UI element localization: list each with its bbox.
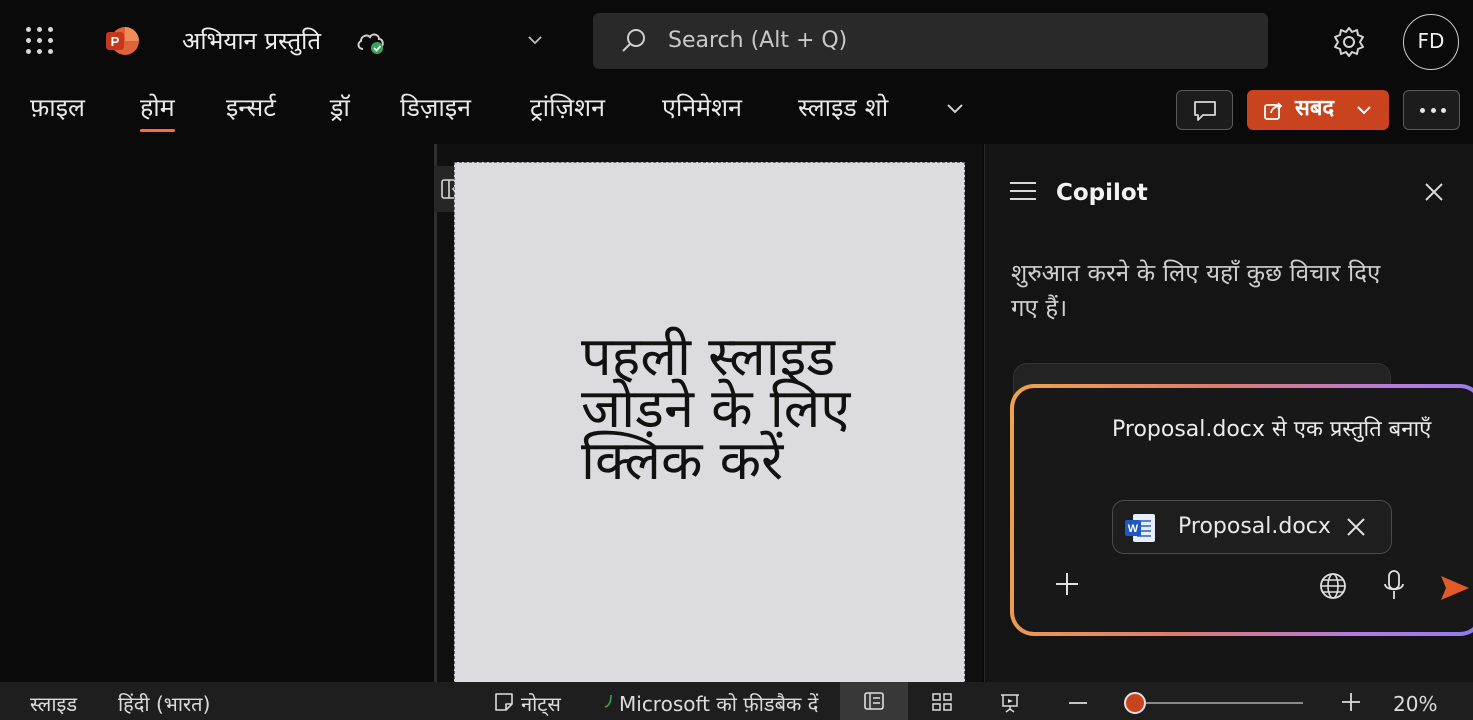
tab-home[interactable]: होम (140, 90, 175, 132)
cloud-saved-icon[interactable] (354, 28, 388, 56)
tab-draw[interactable]: ड्रॉ (330, 90, 350, 126)
tab-design[interactable]: डिज़ाइन (400, 90, 471, 126)
notes-icon (495, 693, 513, 711)
language-indicator[interactable]: हिंदी (भारत) (118, 691, 210, 717)
slide[interactable]: पहली स्लाइड जोड़ने के लिए क्लिक करें (454, 162, 965, 684)
share-label: सबद (1295, 96, 1335, 121)
zoom-out-icon[interactable] (1068, 701, 1088, 705)
user-avatar[interactable]: FD (1403, 14, 1459, 70)
more-tabs-chevron-icon[interactable] (943, 99, 967, 119)
search-box[interactable]: Search (Alt + Q) (593, 13, 1268, 69)
comments-button[interactable] (1176, 90, 1233, 130)
powerpoint-logo-icon: P (106, 27, 139, 55)
svg-text:W: W (1128, 523, 1139, 535)
tab-transitions[interactable]: ट्रांज़िशन (530, 90, 605, 126)
globe-icon[interactable] (1319, 572, 1347, 600)
normal-view-button[interactable] (840, 682, 908, 720)
ellipsis-icon (1420, 108, 1446, 114)
share-button[interactable]: सबद (1247, 90, 1389, 130)
svg-text:P: P (111, 34, 120, 49)
word-document-icon: W (1125, 514, 1155, 542)
tab-slide-show[interactable]: स्लाइड शो (798, 90, 888, 126)
copilot-intro-text: शुरुआत करने के लिए यहाँ कुछ विचार दिए गए… (1011, 259, 1381, 322)
zoom-slider-thumb[interactable] (1124, 692, 1146, 714)
title-bar: P अभियान प्रस्तुति Search (Alt + Q) FD (0, 0, 1473, 82)
attachment-chip[interactable]: W Proposal.docx (1112, 500, 1392, 554)
pane-divider[interactable] (434, 144, 437, 682)
zoom-percent[interactable]: 20% (1393, 691, 1437, 717)
close-icon[interactable] (1423, 181, 1445, 203)
settings-gear-icon[interactable] (1332, 25, 1366, 59)
tab-insert[interactable]: इन्सर्ट (226, 90, 276, 126)
zoom-slider-track[interactable] (1135, 702, 1303, 704)
search-placeholder: Search (Alt + Q) (668, 28, 848, 53)
copilot-composer[interactable]: Proposal.docx से एक प्रस्तुति बनाएँ W Pr… (1012, 386, 1473, 634)
app-launcher-icon[interactable] (26, 27, 54, 55)
slide-indicator: स्लाइड (30, 692, 78, 716)
microphone-icon[interactable] (1383, 569, 1405, 601)
notes-button[interactable]: नोट्स (521, 691, 561, 717)
document-title[interactable]: अभियान प्रस्तुति (182, 26, 321, 56)
share-icon (1264, 102, 1283, 120)
slide-thumbnail-pane (0, 144, 434, 682)
normal-view-icon (864, 692, 884, 710)
presenter-view-icon[interactable] (999, 692, 1021, 714)
chevron-down-icon[interactable] (525, 32, 545, 48)
search-icon (622, 29, 645, 52)
tab-animations[interactable]: एनिमेशन (662, 90, 742, 126)
feedback-link[interactable]: Microsoft को फ़ीडबैक दें (619, 691, 818, 717)
prompt-text[interactable]: Proposal.docx से एक प्रस्तुति बनाएँ (1112, 414, 1452, 446)
send-icon[interactable] (1439, 574, 1471, 602)
zoom-in-icon[interactable] (1341, 692, 1361, 712)
status-bar: स्लाइड हिंदी (भारत) नोट्स Microsoft को फ… (0, 682, 1473, 720)
hamburger-menu-icon[interactable] (1009, 180, 1037, 202)
copilot-pane: Copilot शुरुआत करने के लिए यहाँ कुछ विचा… (984, 144, 1473, 682)
feedback-icon (604, 694, 612, 708)
copilot-title: Copilot (1056, 180, 1148, 206)
chevron-down-icon (1357, 106, 1371, 115)
attachment-name: Proposal.docx (1178, 514, 1331, 539)
comment-icon (1194, 101, 1216, 121)
slide-placeholder-text[interactable]: पहली स्लाइड जोड़ने के लिए क्लिक करें (581, 330, 951, 488)
remove-attachment-icon[interactable] (1345, 516, 1367, 538)
ribbon-tabs: फ़ाइल होम इन्सर्ट ड्रॉ डिज़ाइन ट्रांज़िश… (0, 82, 1473, 144)
more-options-button[interactable] (1403, 90, 1460, 130)
slide-sorter-icon[interactable] (931, 692, 953, 712)
tab-file[interactable]: फ़ाइल (30, 90, 85, 126)
add-icon[interactable] (1054, 571, 1080, 597)
